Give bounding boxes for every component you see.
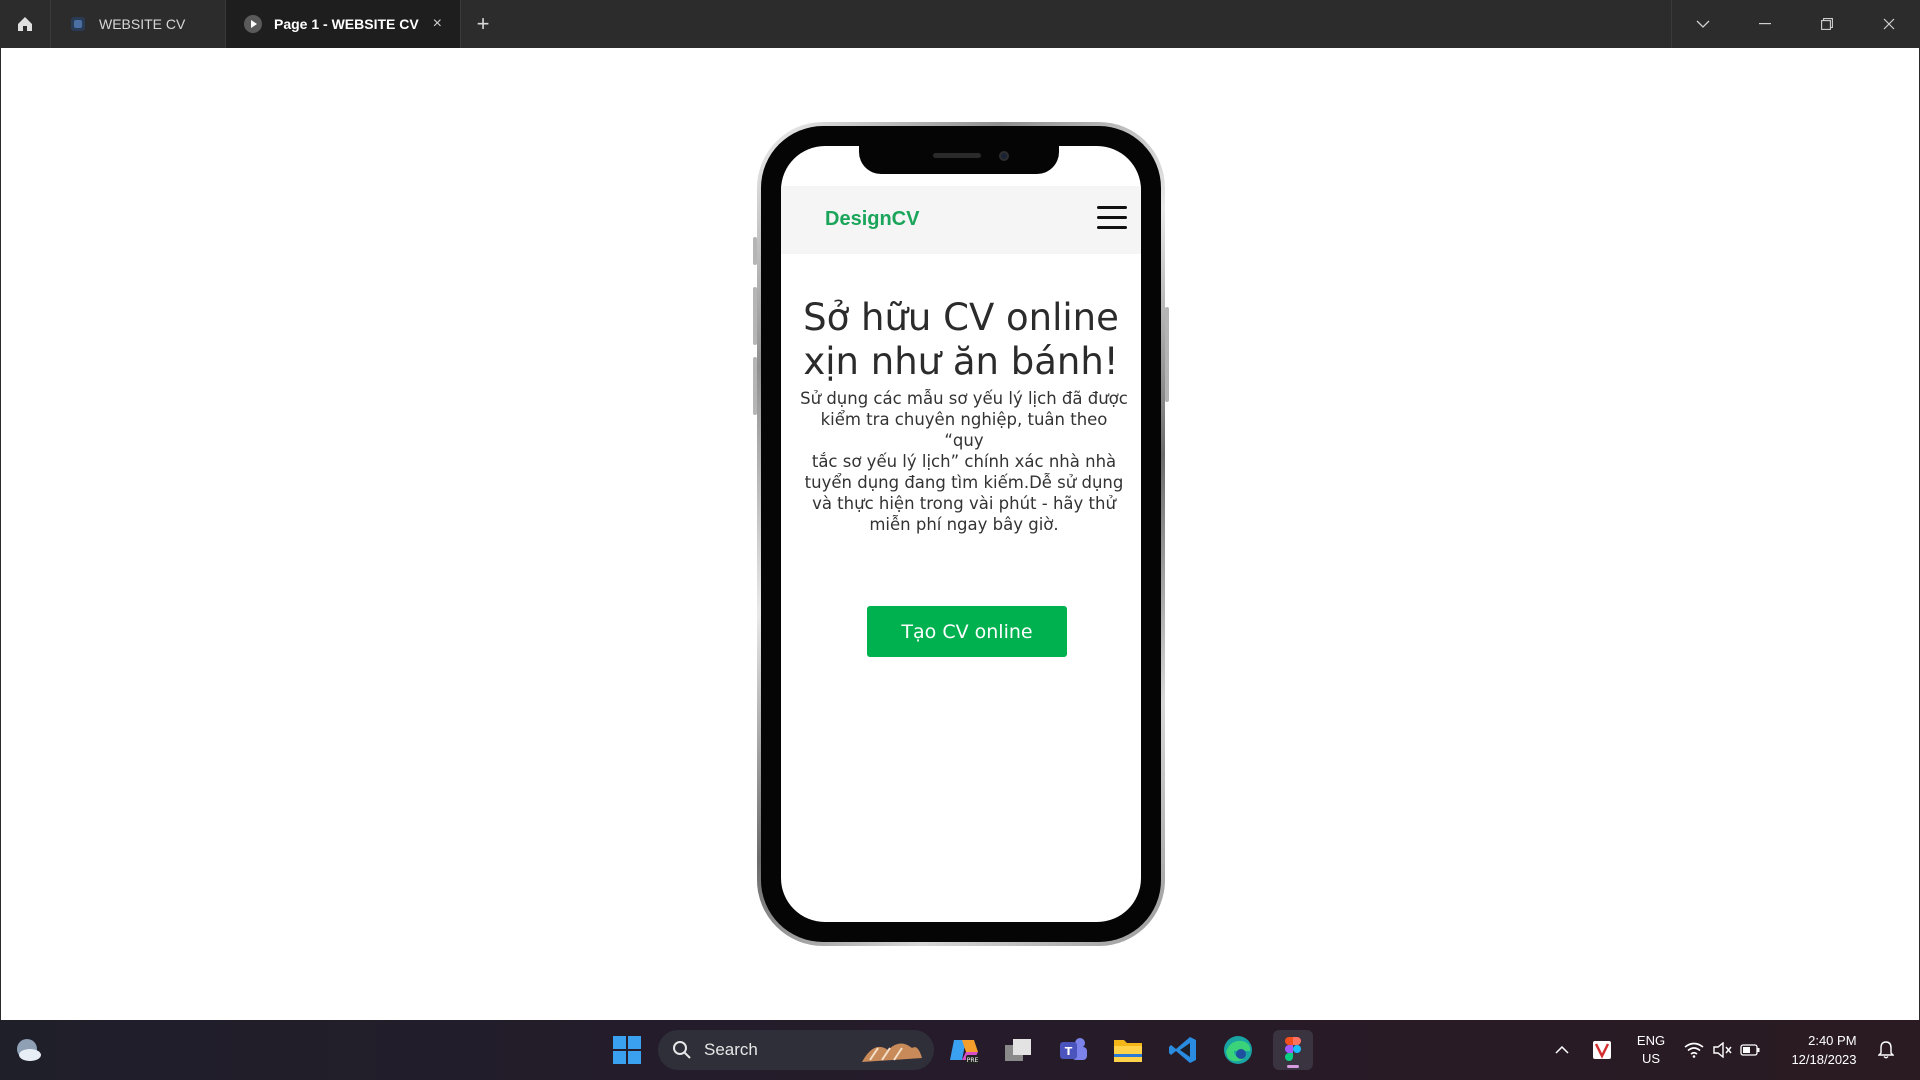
clock-date: 12/18/2023 [1791, 1052, 1857, 1067]
clock-time: 2:40 PM [1808, 1033, 1857, 1048]
taskbar: Search PRE T ENG US 2:40 PM 12/18/2023 [0, 1020, 1920, 1080]
description-line: Sử dụng các mẫu sơ yếu lý lịch đã được [800, 389, 1128, 408]
taskbar-search[interactable]: Search [658, 1030, 934, 1070]
brand-logo[interactable]: DesignCV [825, 208, 919, 231]
search-icon [673, 1041, 691, 1059]
description-line: miễn phí ngay bây giờ. [869, 515, 1059, 534]
lang-line: ENG [1636, 1033, 1666, 1048]
create-cv-button[interactable]: Tạo CV online [867, 606, 1067, 657]
lang-line: US [1641, 1051, 1661, 1066]
minimize-button[interactable] [1734, 0, 1796, 48]
restore-icon [1821, 18, 1833, 30]
weather-cloud-icon [17, 1039, 41, 1061]
app-header: DesignCV [781, 186, 1141, 254]
network-volume-battery-group[interactable] [1684, 1020, 1760, 1080]
clock[interactable]: 2:40 PM 12/18/2023 [1780, 1020, 1868, 1080]
phone-volume-down [753, 357, 757, 415]
title-bar: WEBSITE CV Page 1 - WEBSITE CV × + [0, 0, 1920, 48]
close-tab-button[interactable]: × [433, 15, 442, 33]
figma-app-icon[interactable] [1273, 1030, 1313, 1070]
chevron-down-icon [1696, 20, 1710, 28]
phone-power-button [1165, 307, 1169, 402]
notifications-button[interactable] [1874, 1020, 1898, 1080]
play-icon [244, 15, 262, 33]
description-line: tắc sơ yếu lý lịch” chính xác nhà nhà [811, 452, 1117, 471]
vscode-icon[interactable] [1163, 1030, 1203, 1070]
tab-page-1-website-cv[interactable]: Page 1 - WEBSITE CV × [226, 0, 461, 48]
phone-camera [999, 151, 1009, 161]
minimize-icon [1759, 23, 1771, 25]
home-button[interactable] [0, 0, 51, 48]
phone-screen: DesignCV Sở hữu CV online xịn như ăn bán… [781, 146, 1141, 922]
window-controls [1671, 0, 1920, 48]
tabs-dropdown-button[interactable] [1672, 0, 1734, 48]
hero-description: Sử dụng các mẫu sơ yếu lý lịch đã được k… [799, 388, 1129, 535]
svg-text:T: T [1065, 1045, 1073, 1058]
close-icon [1883, 18, 1895, 30]
wifi-icon [1684, 1042, 1704, 1058]
phone-speaker [933, 153, 981, 158]
description-line: kiểm tra chuyên nghiệp, tuân theo “quy [820, 410, 1108, 450]
task-view-icon[interactable] [998, 1030, 1038, 1070]
weather-widget[interactable] [8, 1030, 48, 1070]
language-indicator[interactable]: ENG US [1630, 1020, 1672, 1080]
tab-label: Page 1 - WEBSITE CV [274, 16, 419, 32]
description-line: và thực hiện trong vài phút - hãy thử [812, 494, 1116, 513]
search-highlight-icon [862, 1043, 922, 1062]
file-explorer-icon[interactable] [1108, 1030, 1148, 1070]
windows-start-icon [613, 1036, 641, 1064]
restore-button[interactable] [1796, 0, 1858, 48]
new-tab-button[interactable]: + [461, 0, 505, 48]
tray-app-v-icon[interactable] [1590, 1020, 1614, 1080]
bell-icon [1878, 1041, 1894, 1059]
prototype-canvas: DesignCV Sở hữu CV online xịn như ăn bán… [0, 48, 1920, 1020]
svg-text:PRE: PRE [967, 1057, 979, 1064]
start-button[interactable] [607, 1030, 647, 1070]
hero-title-line: Sở hữu CV online [803, 296, 1119, 339]
show-hidden-icons-button[interactable] [1550, 1020, 1574, 1080]
tab-website-cv[interactable]: WEBSITE CV [51, 0, 226, 48]
description-line: tuyển dụng đang tìm kiếm.Dễ sử dụng [804, 473, 1124, 492]
phone-frame: DesignCV Sở hữu CV online xịn như ăn bán… [753, 122, 1169, 946]
tab-label: WEBSITE CV [99, 16, 186, 32]
phone-notch [859, 146, 1059, 174]
close-window-button[interactable] [1858, 0, 1920, 48]
phone-volume-up [753, 287, 757, 345]
hero-title-line: xịn như ăn bánh! [803, 340, 1119, 383]
hero-title: Sở hữu CV online xịn như ăn bánh! [781, 296, 1141, 384]
volume-muted-icon [1713, 1042, 1732, 1058]
active-app-indicator [1287, 1065, 1299, 1068]
file-icon [69, 15, 87, 33]
hamburger-menu-icon[interactable] [1097, 206, 1127, 230]
phone-mute-switch [753, 237, 757, 265]
battery-icon [1740, 1044, 1760, 1056]
teams-icon[interactable]: T [1053, 1030, 1093, 1070]
search-label: Search [704, 1040, 758, 1059]
home-icon [18, 17, 32, 31]
chevron-up-icon [1555, 1046, 1569, 1054]
copilot-app-icon[interactable]: PRE [944, 1030, 984, 1070]
edge-browser-icon[interactable] [1218, 1030, 1258, 1070]
